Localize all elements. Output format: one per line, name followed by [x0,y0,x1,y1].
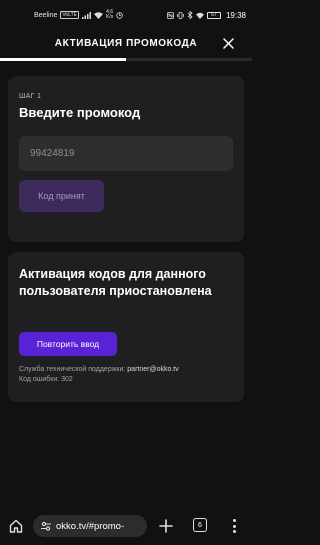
battery-icon: 67 [206,11,221,19]
browser-toolbar: okko.tv/#promo- 6 [0,508,252,545]
vibrate-icon [177,11,184,19]
error-title: Активация кодов для данного пользователя… [19,267,212,298]
status-bar: Beeline VoLTE 4,6 K/s 67 19:38 [0,0,252,30]
menu-dot-icon [232,530,236,533]
menu-dot-icon [232,519,236,522]
close-button[interactable] [220,35,236,51]
retry-button[interactable]: Повторить ввод [19,332,117,356]
url-text: okko.tv/#promo- [56,520,125,532]
promo-step-card: ШАГ 1 Введите промокод Код принят [8,76,244,242]
nfc-icon [167,11,174,19]
step-label: ШАГ 1 [19,93,42,100]
wifi-icon [94,11,103,19]
net-speed: 4,6 K/s [106,9,114,20]
signal-icon [82,11,91,19]
menu-dot-icon [232,524,236,528]
sync-icon [116,11,123,19]
home-button[interactable] [8,518,24,534]
step-progress-fill [0,58,126,61]
status-time: 19:38 [225,10,246,20]
close-icon [222,37,234,49]
tab-count: 6 [198,521,202,529]
plus-icon [159,519,173,533]
site-settings-icon[interactable] [39,519,53,533]
support-line: Служба технической поддержки: partner@ok… [19,366,179,373]
tab-switcher-button[interactable]: 6 [193,518,207,532]
network-chip: VoLTE [60,11,79,19]
code-accepted-button[interactable]: Код принят [19,180,104,212]
home-icon [9,519,23,533]
new-tab-button[interactable] [158,518,174,534]
step-title: Введите промокод [19,105,141,120]
support-label: Служба технической поддержки: [19,366,126,373]
promo-code-input[interactable] [19,136,233,171]
page-header: АКТИВАЦИЯ ПРОМОКОДА [0,30,252,56]
page-title: АКТИВАЦИЯ ПРОМОКОДА [54,37,198,49]
support-email-link[interactable]: partner@okko.tv [127,366,178,373]
address-bar[interactable]: okko.tv/#promo- [33,515,147,537]
browser-menu-button[interactable] [226,517,242,535]
error-code: Код ошибки: 302 [19,376,73,383]
bluetooth-icon [187,11,193,19]
activation-error-card: Активация кодов для данного пользователя… [8,252,244,402]
carrier-name: Beeline [34,11,58,19]
step-progress-bar [0,58,252,61]
wifi-small-icon [195,12,204,19]
